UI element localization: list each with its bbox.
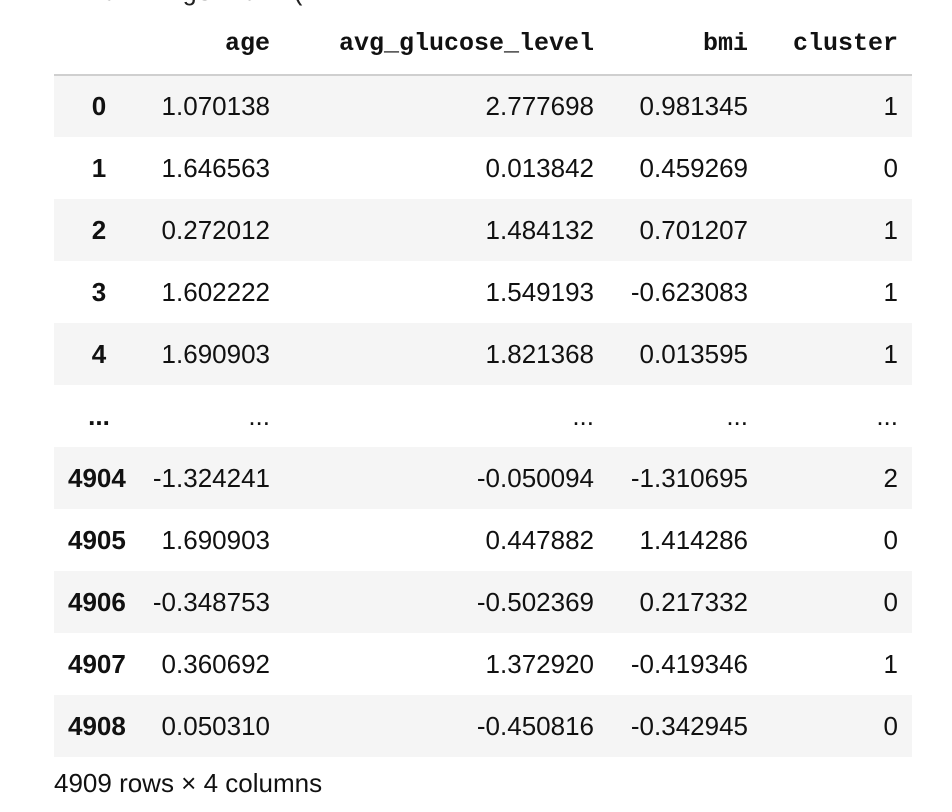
cell-cluster: 2 (883, 462, 898, 493)
cell-avg-glucose-level: 1.549193 (485, 276, 594, 307)
cell-age: 0.272012 (161, 214, 270, 245)
cell-cluster: 1 (883, 648, 898, 679)
row-index: 4907 (68, 648, 126, 679)
cell-age: 1.070138 (161, 91, 270, 121)
cell-bmi: 0.217332 (639, 586, 748, 617)
cell-cluster: 0 (883, 152, 898, 183)
cell-age: 0.360692 (161, 648, 270, 679)
row-index: 1 (91, 152, 107, 183)
cell-cluster: 1 (883, 338, 898, 369)
cell-avg-glucose-level: 2.777698 (485, 91, 594, 121)
table-row: 4904 -1.324241 -0.050094 -1.310695 2 (54, 447, 912, 509)
row-index: 4908 (68, 710, 126, 741)
cell-cluster: 1 (883, 214, 898, 245)
cell-bmi: -0.623083 (630, 276, 748, 307)
row-index: 4905 (68, 524, 126, 555)
row-index: 2 (91, 214, 107, 245)
cell-avg-glucose-level: -0.450816 (476, 710, 594, 741)
cell-bmi: ... (726, 400, 748, 431)
cell-avg-glucose-level: 1.372920 (485, 648, 594, 679)
table-shape-summary: 4909 rows × 4 columns (54, 768, 323, 798)
dataframe-table: age avg_glucose_level bmi cluster 0 1.07… (54, 12, 912, 757)
row-index: 4906 (68, 586, 126, 617)
row-index: ... (88, 400, 110, 431)
table-row: 2 0.272012 1.484132 0.701207 1 (54, 199, 912, 261)
cell-avg-glucose-level: -0.502369 (476, 586, 594, 617)
stderr-output-line: warnings.warn( (88, 0, 306, 8)
cell-bmi: 0.981345 (639, 91, 748, 121)
row-index: 3 (91, 276, 107, 307)
row-index: 4 (91, 338, 107, 369)
cell-bmi: 0.013595 (639, 338, 748, 369)
cell-cluster: 1 (883, 276, 898, 307)
ellipsis-row: ... ... ... ... ... (54, 385, 912, 447)
row-index: 0 (91, 91, 107, 121)
column-header-bmi: bmi (608, 12, 762, 76)
cell-bmi: -1.310695 (630, 462, 748, 493)
cell-age: 0.050310 (161, 710, 270, 741)
cell-avg-glucose-level: 1.484132 (485, 214, 594, 245)
cell-age: 1.690903 (161, 524, 270, 555)
cell-age: ... (248, 400, 270, 431)
cell-cluster: ... (876, 400, 898, 431)
cell-avg-glucose-level: -0.050094 (476, 462, 594, 493)
cell-cluster: 0 (883, 710, 898, 741)
cell-avg-glucose-level: ... (572, 400, 594, 431)
cell-age: -0.348753 (152, 586, 270, 617)
table-row: 4 1.690903 1.821368 0.013595 1 (54, 323, 912, 385)
cell-avg-glucose-level: 0.013842 (485, 152, 594, 183)
cell-cluster: 0 (883, 524, 898, 555)
table-row: 4905 1.690903 0.447882 1.414286 0 (54, 509, 912, 571)
cell-bmi: 0.459269 (639, 152, 748, 183)
header-row: age avg_glucose_level bmi cluster (54, 12, 912, 76)
table-row: 4906 -0.348753 -0.502369 0.217332 0 (54, 571, 912, 633)
table-row: 1 1.646563 0.013842 0.459269 0 (54, 137, 912, 199)
cell-avg-glucose-level: 1.821368 (485, 338, 594, 369)
table-row: 3 1.602222 1.549193 -0.623083 1 (54, 261, 912, 323)
cell-age: 1.690903 (161, 338, 270, 369)
column-header-age: age (144, 12, 284, 76)
cell-age: 1.646563 (161, 152, 270, 183)
cell-cluster: 0 (883, 586, 898, 617)
column-header-avg-glucose-level: avg_glucose_level (284, 12, 608, 76)
cell-avg-glucose-level: 0.447882 (485, 524, 594, 555)
cell-bmi: -0.419346 (630, 648, 748, 679)
table-row: 0 1.070138 2.777698 0.981345 1 (54, 75, 912, 137)
cell-age: 1.602222 (161, 276, 270, 307)
cell-age: -1.324241 (152, 462, 270, 493)
cell-bmi: -0.342945 (630, 710, 748, 741)
row-index: 4904 (68, 462, 126, 493)
table-row: 4907 0.360692 1.372920 -0.419346 1 (54, 633, 912, 695)
column-header-cluster: cluster (762, 12, 912, 76)
cell-cluster: 1 (883, 91, 898, 121)
cell-bmi: 0.701207 (639, 214, 748, 245)
index-header (54, 12, 144, 76)
cell-bmi: 1.414286 (639, 524, 748, 555)
table-row: 4908 0.050310 -0.450816 -0.342945 0 (54, 695, 912, 757)
